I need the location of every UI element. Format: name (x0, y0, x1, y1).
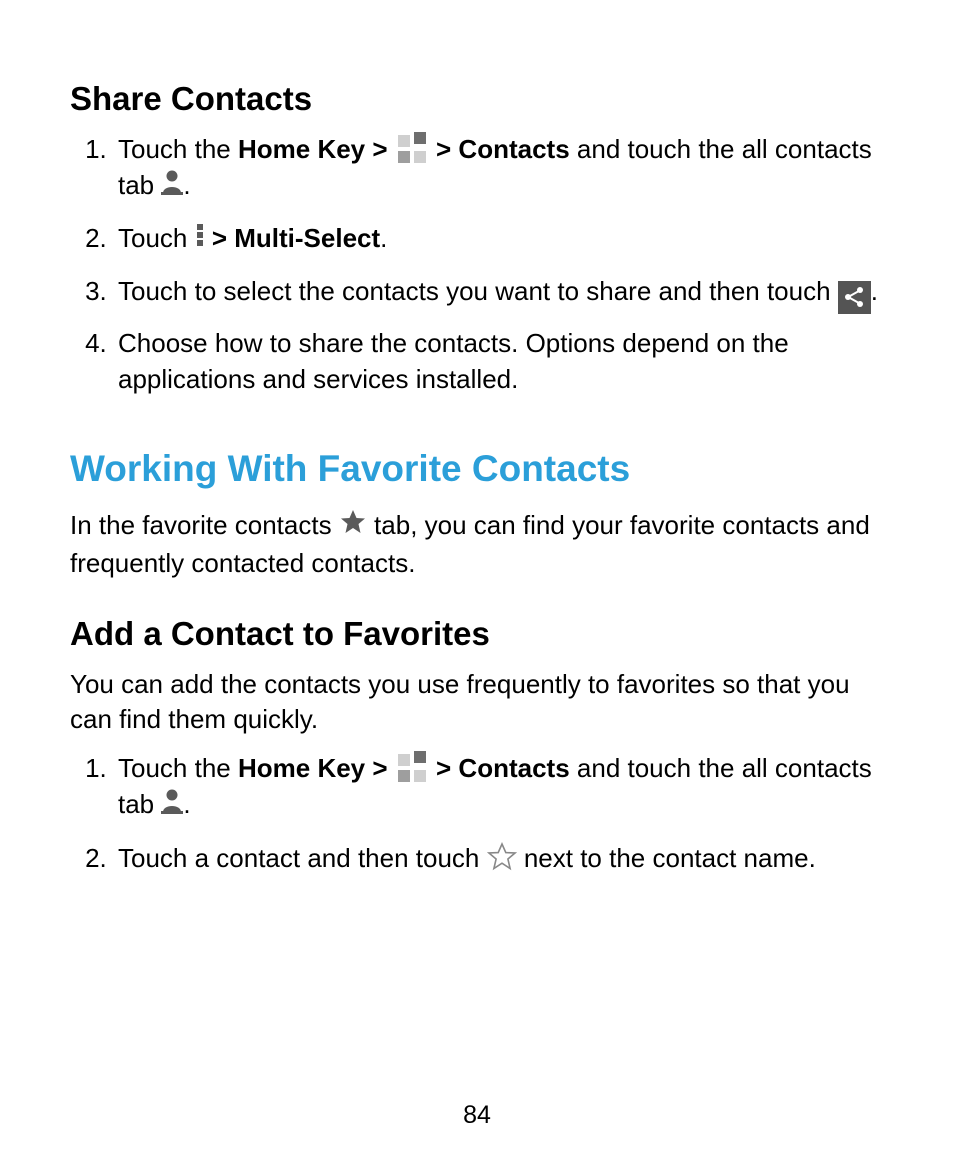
step-1: Touch the Home Key > > Contacts and touc… (114, 751, 884, 824)
add-favorites-steps: Touch the Home Key > > Contacts and touc… (70, 751, 884, 880)
text-bold: > Multi-Select (212, 223, 380, 253)
overflow-menu-icon (195, 220, 205, 256)
step-2: Touch a contact and then touch next to t… (114, 840, 884, 880)
apps-icon (395, 751, 429, 785)
text-bold: Home Key > (238, 753, 395, 783)
step-4: Choose how to share the contacts. Option… (114, 326, 884, 398)
text: . (871, 276, 878, 306)
page: Share Contacts Touch the Home Key > > Co… (0, 0, 954, 1168)
text: Touch to select the contacts you want to… (118, 276, 838, 306)
apps-icon (395, 132, 429, 166)
page-number: 84 (0, 1101, 954, 1130)
contacts-tab-icon (161, 786, 183, 822)
text: Touch the (118, 134, 238, 164)
text: next to the contact name. (524, 843, 816, 873)
favorites-intro: In the favorite contacts tab, you can fi… (70, 508, 884, 581)
contacts-tab-icon (161, 167, 183, 203)
star-filled-icon (339, 506, 367, 543)
step-1: Touch the Home Key > > Contacts and touc… (114, 132, 884, 205)
heading-add-contact-to-favorites: Add a Contact to Favorites (70, 615, 884, 653)
step-3: Touch to select the contacts you want to… (114, 274, 884, 310)
text: Touch the (118, 753, 238, 783)
share-contacts-steps: Touch the Home Key > > Contacts and touc… (70, 132, 884, 398)
text: In the favorite contacts (70, 510, 339, 540)
text: . (183, 170, 190, 200)
text-bold: > Contacts (436, 134, 570, 164)
heading-working-with-favorite-contacts: Working With Favorite Contacts (70, 448, 884, 490)
step-2: Touch > Multi-Select. (114, 221, 884, 258)
text: . (380, 223, 387, 253)
add-favorites-intro: You can add the contacts you use frequen… (70, 667, 884, 737)
text: . (183, 789, 190, 819)
star-outline-icon (487, 838, 517, 878)
text-bold: > Contacts (436, 753, 570, 783)
text: Choose how to share the contacts. Option… (118, 328, 789, 394)
text: Touch a contact and then touch (118, 843, 487, 873)
text-bold: Home Key > (238, 134, 395, 164)
heading-share-contacts: Share Contacts (70, 80, 884, 118)
share-icon (838, 281, 871, 314)
text: Touch (118, 223, 195, 253)
